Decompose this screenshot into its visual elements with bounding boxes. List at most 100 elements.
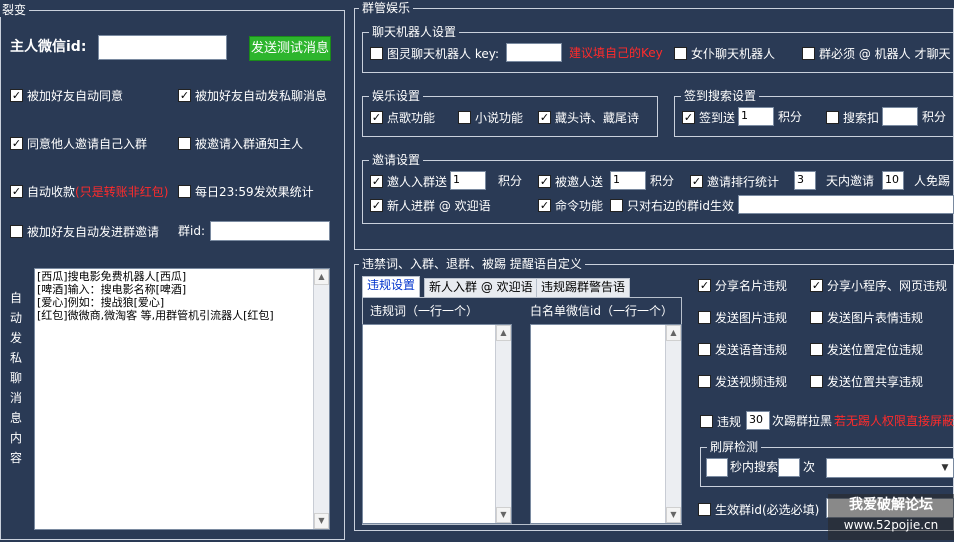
- video-violation-check[interactable]: 发送视频违规: [698, 373, 787, 389]
- checkbox[interactable]: ✓: [810, 278, 823, 292]
- notify-owner-check[interactable]: 被邀请入群通知主人: [178, 135, 303, 151]
- image-violation-check[interactable]: 发送图片违规: [698, 309, 787, 325]
- checkbox[interactable]: [810, 374, 823, 388]
- auto-accept-check[interactable]: ✓ 被加好友自动同意: [10, 87, 123, 103]
- checkbox[interactable]: [458, 110, 471, 124]
- signin-check[interactable]: ✓ 签到送: [682, 109, 735, 125]
- invited-send-check[interactable]: ✓ 被邀人送: [538, 173, 603, 189]
- accept-invite-check[interactable]: ✓ 同意他人邀请自己入群: [10, 135, 147, 151]
- invite-send-check[interactable]: ✓ 邀人入群送: [370, 173, 447, 189]
- scroll-down-icon[interactable]: ▼: [314, 513, 329, 529]
- signin-points-input[interactable]: 1: [738, 107, 774, 126]
- checkbox[interactable]: ✓: [370, 198, 383, 212]
- checkbox[interactable]: ✓: [10, 88, 23, 102]
- rank-days-input[interactable]: 3: [794, 171, 816, 190]
- check-label: 违规: [717, 414, 742, 429]
- check-label: 生效群id(必选必填): [715, 502, 820, 517]
- scroll-down-icon[interactable]: ▼: [666, 507, 681, 523]
- tab-welcome[interactable]: 新人入群 @ 欢迎语: [424, 278, 538, 297]
- checkbox[interactable]: ✓: [538, 110, 551, 124]
- checkbox[interactable]: [178, 136, 191, 150]
- checkbox[interactable]: [698, 374, 711, 388]
- checkbox[interactable]: ✓: [10, 184, 23, 198]
- female-bot-check[interactable]: 女仆聊天机器人: [674, 45, 775, 61]
- check-label: 发送图片违规: [715, 310, 788, 325]
- chevron-down-icon[interactable]: ▼: [938, 460, 952, 476]
- checkbox[interactable]: ✓: [682, 110, 695, 124]
- search-points-input[interactable]: [882, 107, 918, 126]
- checkbox[interactable]: [826, 110, 839, 124]
- check-label: 被邀请入群通知主人: [195, 136, 304, 151]
- kick-check[interactable]: 违规: [700, 413, 741, 429]
- flood-title: 刷屏检测: [707, 440, 762, 454]
- message-content-textarea[interactable]: [西瓜]搜电影免费机器人[西瓜] [啤酒]输入：搜电影名称[啤酒] [爱心]例如…: [34, 268, 330, 530]
- checkbox[interactable]: [610, 198, 623, 212]
- command-check[interactable]: ✓ 命令功能: [538, 197, 603, 213]
- auto-invite-check[interactable]: 被加好友自动发进群邀请: [10, 223, 159, 239]
- checkbox[interactable]: [370, 46, 383, 60]
- invite-rank-check[interactable]: ✓ 邀请排行统计: [690, 173, 779, 189]
- poem-check[interactable]: ✓ 藏头诗、藏尾诗: [538, 109, 639, 125]
- flood-select[interactable]: ▼: [826, 458, 954, 478]
- tuling-key-input[interactable]: [506, 43, 562, 62]
- rank-count-input[interactable]: 10: [882, 171, 904, 190]
- checkbox[interactable]: [698, 502, 711, 516]
- scrollbar[interactable]: ▲ ▼: [665, 325, 681, 523]
- checkbox[interactable]: ✓: [370, 110, 383, 124]
- flood-times-input[interactable]: [778, 458, 800, 477]
- checkbox[interactable]: ✓: [690, 174, 703, 188]
- checkbox[interactable]: [674, 46, 687, 60]
- location-violation-check[interactable]: 发送位置定位违规: [810, 341, 923, 357]
- card-violation-check[interactable]: ✓ 分享名片违规: [698, 277, 787, 293]
- scroll-up-icon[interactable]: ▲: [666, 325, 681, 341]
- send-test-button[interactable]: 发送测试消息: [249, 36, 331, 61]
- banned-words-textarea[interactable]: ▲ ▼: [362, 324, 512, 524]
- search-check[interactable]: 搜索扣: [826, 109, 879, 125]
- checkbox[interactable]: ✓: [10, 136, 23, 150]
- tuling-check[interactable]: 图灵聊天机器人 key:: [370, 45, 499, 61]
- effective-group-check[interactable]: 生效群id(必选必填): [698, 501, 819, 517]
- right-only-input[interactable]: [738, 195, 954, 214]
- sticker-violation-check[interactable]: 发送图片表情违规: [810, 309, 923, 325]
- checkbox[interactable]: ✓: [698, 278, 711, 292]
- invite-send-input[interactable]: 1: [450, 171, 486, 190]
- mention-required-check[interactable]: 群必须 @ 机器人 才聊天: [802, 45, 950, 61]
- checkbox[interactable]: [810, 310, 823, 324]
- tab-violation-settings[interactable]: 违规设置: [362, 276, 421, 297]
- check-label: 点歌功能: [387, 110, 436, 125]
- checkbox[interactable]: [178, 184, 191, 198]
- tab-kick-warning[interactable]: 违规踢群警告语: [536, 278, 631, 297]
- checkbox[interactable]: [10, 224, 23, 238]
- checkbox[interactable]: ✓: [370, 174, 383, 188]
- checkbox[interactable]: [698, 342, 711, 356]
- invited-send-input[interactable]: 1: [610, 171, 646, 190]
- daily-stats-check[interactable]: 每日23:59发效果统计: [178, 183, 314, 199]
- checkbox[interactable]: [810, 342, 823, 356]
- checkbox[interactable]: [802, 46, 815, 60]
- owner-wechat-input[interactable]: [98, 35, 227, 60]
- scroll-up-icon[interactable]: ▲: [496, 325, 511, 341]
- auto-private-msg-check[interactable]: ✓ 被加好友自动发私聊消息: [178, 87, 327, 103]
- whitelist-textarea[interactable]: ▲ ▼: [530, 324, 682, 524]
- scrollbar[interactable]: ▲ ▼: [313, 269, 329, 529]
- checkbox[interactable]: [700, 414, 713, 428]
- group-id-input[interactable]: [210, 221, 330, 241]
- novel-check[interactable]: 小说功能: [458, 109, 523, 125]
- kick-count-input[interactable]: 30: [746, 411, 770, 430]
- voice-violation-check[interactable]: 发送语音违规: [698, 341, 787, 357]
- auto-collect-check[interactable]: ✓ 自动收款 (只是转账非红包): [10, 183, 168, 199]
- scroll-up-icon[interactable]: ▲: [314, 269, 329, 285]
- scrollbar[interactable]: ▲ ▼: [495, 325, 511, 523]
- miniapp-violation-check[interactable]: ✓ 分享小程序、网页违规: [810, 277, 947, 293]
- checkbox[interactable]: ✓: [538, 198, 551, 212]
- checkbox[interactable]: ✓: [178, 88, 191, 102]
- right-only-check[interactable]: 只对右边的群id生效: [610, 197, 734, 213]
- flood-seconds-input[interactable]: [706, 458, 728, 477]
- location-share-violation-check[interactable]: 发送位置共享违规: [810, 373, 923, 389]
- checkbox[interactable]: [698, 310, 711, 324]
- check-label: 分享小程序、网页违规: [827, 278, 948, 293]
- scroll-down-icon[interactable]: ▼: [496, 507, 511, 523]
- welcome-check[interactable]: ✓ 新人进群 @ 欢迎语: [370, 197, 491, 213]
- song-check[interactable]: ✓ 点歌功能: [370, 109, 435, 125]
- checkbox[interactable]: ✓: [538, 174, 551, 188]
